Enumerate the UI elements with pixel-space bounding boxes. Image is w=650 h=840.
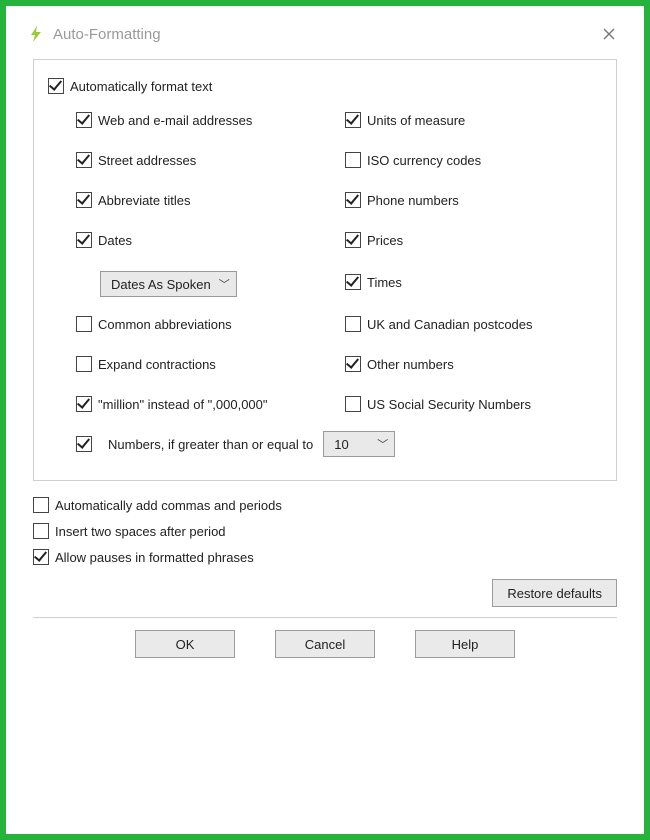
allow-pauses-label: Allow pauses in formatted phrases xyxy=(55,550,254,565)
ssn-label: US Social Security Numbers xyxy=(367,397,531,412)
expand-contractions-label: Expand contractions xyxy=(98,357,216,372)
allow-pauses-checkbox[interactable] xyxy=(33,549,49,565)
action-buttons: OK Cancel Help xyxy=(33,630,617,658)
help-button[interactable]: Help xyxy=(415,630,515,658)
web-email-label: Web and e-mail addresses xyxy=(98,113,252,128)
dialog-content: Automatically format text Web and e-mail… xyxy=(17,51,633,670)
other-numbers-checkbox[interactable] xyxy=(345,356,361,372)
common-abbrev-label: Common abbreviations xyxy=(98,317,232,332)
phone-label: Phone numbers xyxy=(367,193,459,208)
dialog-window: Auto-Formatting Automatically format tex… xyxy=(17,17,633,823)
abbrev-titles-checkbox[interactable] xyxy=(76,192,92,208)
auto-commas-checkbox[interactable] xyxy=(33,497,49,513)
two-spaces-checkbox[interactable] xyxy=(33,523,49,539)
ok-button[interactable]: OK xyxy=(135,630,235,658)
phone-checkbox[interactable] xyxy=(345,192,361,208)
times-checkbox[interactable] xyxy=(345,274,361,290)
web-email-checkbox[interactable] xyxy=(76,112,92,128)
separator xyxy=(33,617,617,618)
dates-label: Dates xyxy=(98,233,132,248)
lightning-icon xyxy=(27,25,45,43)
restore-defaults-button[interactable]: Restore defaults xyxy=(492,579,617,607)
numbers-threshold-label: Numbers, if greater than or equal to xyxy=(108,437,313,452)
dates-mode-select[interactable]: Dates As Spoken ﹀ xyxy=(100,271,237,297)
format-group: Automatically format text Web and e-mail… xyxy=(33,59,617,481)
numbers-threshold-checkbox[interactable] xyxy=(76,436,92,452)
uk-canadian-label: UK and Canadian postcodes xyxy=(367,317,533,332)
prices-checkbox[interactable] xyxy=(345,232,361,248)
window-title: Auto-Formatting xyxy=(53,26,595,43)
other-numbers-label: Other numbers xyxy=(367,357,454,372)
units-label: Units of measure xyxy=(367,113,465,128)
iso-checkbox[interactable] xyxy=(345,152,361,168)
auto-format-row: Automatically format text xyxy=(48,78,602,94)
chevron-down-icon: ﹀ xyxy=(219,276,230,292)
dates-mode-value: Dates As Spoken xyxy=(111,277,211,292)
abbrev-titles-label: Abbreviate titles xyxy=(98,193,191,208)
extra-options: Automatically add commas and periods Ins… xyxy=(33,497,617,565)
auto-format-checkbox[interactable] xyxy=(48,78,64,94)
auto-commas-label: Automatically add commas and periods xyxy=(55,498,282,513)
numbers-threshold-value: 10 xyxy=(334,437,348,452)
iso-label: ISO currency codes xyxy=(367,153,481,168)
prices-label: Prices xyxy=(367,233,403,248)
screenshot-frame: Auto-Formatting Automatically format tex… xyxy=(0,0,650,840)
dates-checkbox[interactable] xyxy=(76,232,92,248)
million-label: "million" instead of ",000,000" xyxy=(98,397,268,412)
two-spaces-label: Insert two spaces after period xyxy=(55,524,226,539)
times-label: Times xyxy=(367,275,402,290)
street-label: Street addresses xyxy=(98,153,196,168)
titlebar: Auto-Formatting xyxy=(17,17,633,51)
options-grid: Web and e-mail addresses Units of measur… xyxy=(76,100,602,464)
close-icon[interactable] xyxy=(595,20,623,48)
restore-row: Restore defaults xyxy=(33,579,617,607)
expand-contractions-checkbox[interactable] xyxy=(76,356,92,372)
numbers-threshold-select[interactable]: 10 ﹀ xyxy=(323,431,395,457)
uk-canadian-checkbox[interactable] xyxy=(345,316,361,332)
street-checkbox[interactable] xyxy=(76,152,92,168)
auto-format-label: Automatically format text xyxy=(70,79,212,94)
units-checkbox[interactable] xyxy=(345,112,361,128)
common-abbrev-checkbox[interactable] xyxy=(76,316,92,332)
chevron-down-icon: ﹀ xyxy=(377,436,388,452)
numbers-threshold-row: Numbers, if greater than or equal to 10 … xyxy=(76,424,602,464)
million-checkbox[interactable] xyxy=(76,396,92,412)
ssn-checkbox[interactable] xyxy=(345,396,361,412)
cancel-button[interactable]: Cancel xyxy=(275,630,375,658)
